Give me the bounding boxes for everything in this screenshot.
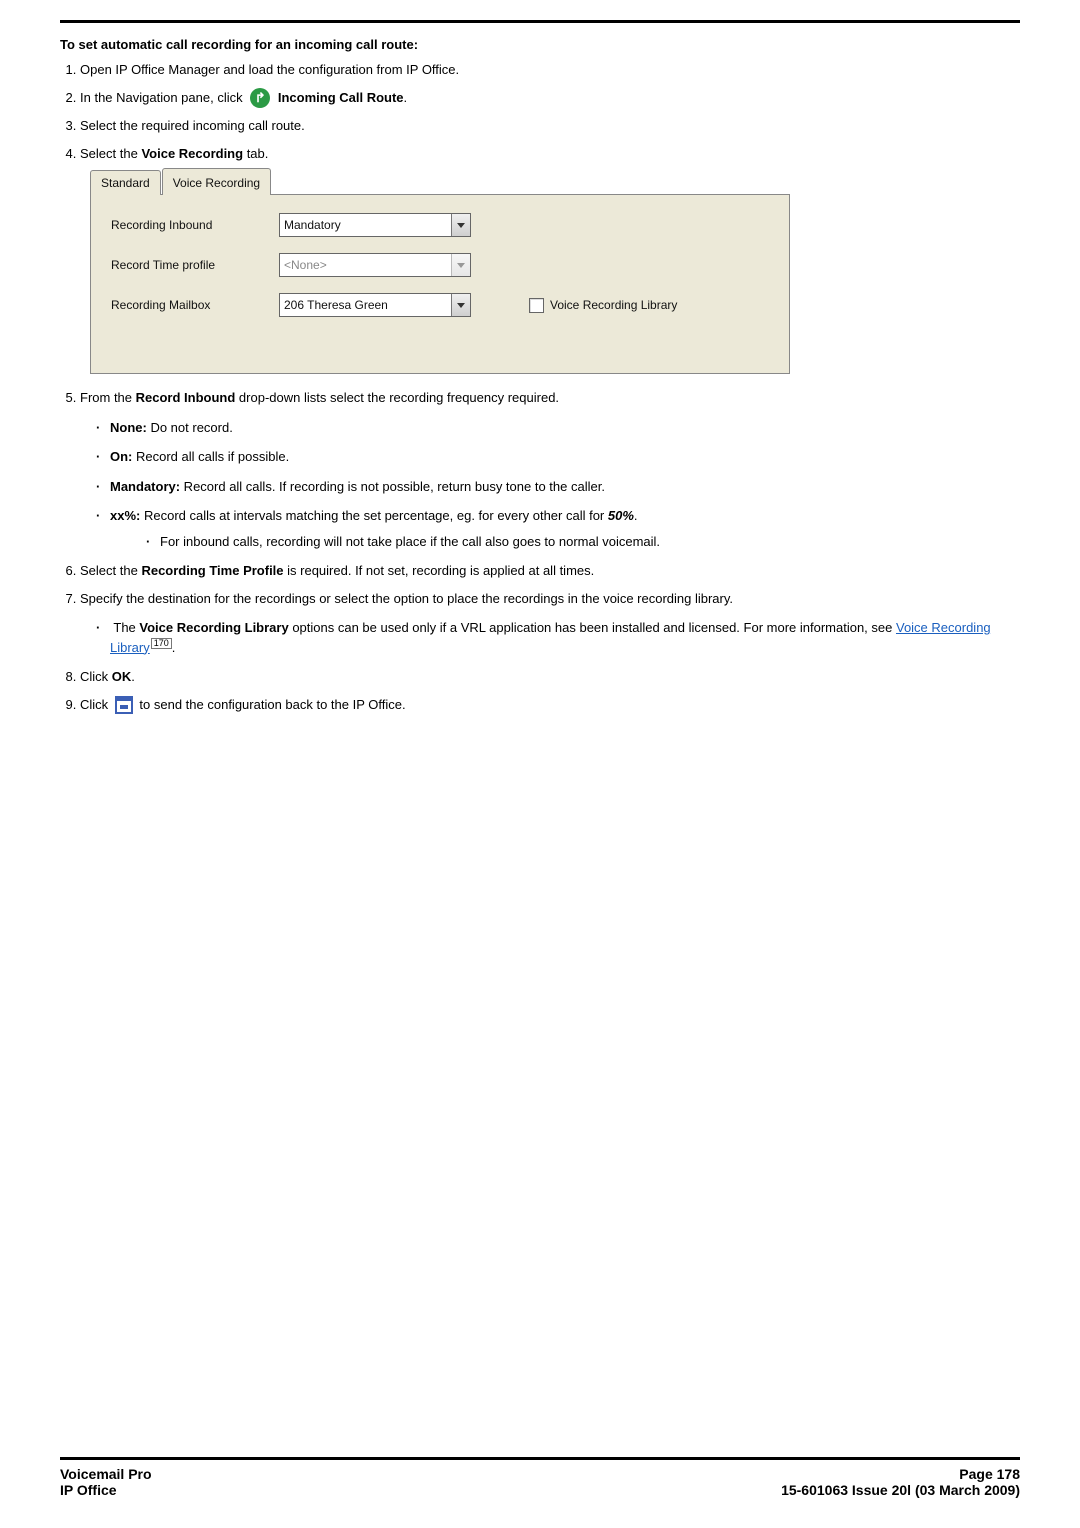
step-6: Select the Recording Time Profile is req… xyxy=(80,561,1020,581)
bullet-xx-b: xx%: xyxy=(110,508,140,523)
checkbox-voice-recording-library[interactable]: Voice Recording Library xyxy=(529,296,677,314)
row-recording-inbound: Recording Inbound Mandatory xyxy=(111,213,769,237)
step-6-post: is required. If not set, recording is ap… xyxy=(284,563,595,578)
dropdown-recording-inbound-value: Mandatory xyxy=(280,214,451,236)
bullet-vrl-pre: The xyxy=(113,620,139,635)
footer-left-2: IP Office xyxy=(60,1482,117,1498)
dropdown-recording-inbound-button[interactable] xyxy=(451,214,470,236)
bottom-rule xyxy=(60,1457,1020,1460)
tabs-row: Standard Voice Recording xyxy=(90,167,790,194)
step-2-bold: Incoming Call Route xyxy=(278,90,404,105)
step-5-sub-bullet: For inbound calls, recording will not ta… xyxy=(160,532,1020,552)
dropdown-recording-mailbox-button[interactable] xyxy=(451,294,470,316)
top-rule xyxy=(60,20,1020,23)
step-2-pre: In the Navigation pane, click xyxy=(80,90,243,105)
footer-left-1: Voicemail Pro xyxy=(60,1466,152,1482)
chevron-down-icon xyxy=(457,303,465,308)
step-8-bold: OK xyxy=(112,669,132,684)
checkbox-label: Voice Recording Library xyxy=(550,296,677,314)
bullet-none-b: None: xyxy=(110,420,147,435)
footer-right-1: Page 178 xyxy=(959,1466,1020,1482)
dropdown-record-time-profile-button xyxy=(451,254,470,276)
bullet-on: On: Record all calls if possible. xyxy=(110,447,1020,467)
step-8-pre: Click xyxy=(80,669,112,684)
row-record-time-profile: Record Time profile <None> xyxy=(111,253,769,277)
step-8: Click OK. xyxy=(80,667,1020,687)
label-recording-mailbox: Recording Mailbox xyxy=(111,296,261,314)
bullet-on-b: On: xyxy=(110,449,132,464)
step-1: Open IP Office Manager and load the conf… xyxy=(80,60,1020,80)
step-6-bold: Recording Time Profile xyxy=(141,563,283,578)
bullet-xx: xx%: Record calls at intervals matching … xyxy=(110,506,1020,551)
label-record-time-profile: Record Time profile xyxy=(111,256,261,274)
step-4: Select the Voice Recording tab. Standard… xyxy=(80,144,1020,375)
label-recording-inbound: Recording Inbound xyxy=(111,216,261,234)
footer-row-2: IP Office 15-601063 Issue 20l (03 March … xyxy=(60,1482,1020,1498)
step-7-bullets: The Voice Recording Library options can … xyxy=(110,618,1020,657)
dropdown-recording-inbound[interactable]: Mandatory xyxy=(279,213,471,237)
bullet-mandatory: Mandatory: Record all calls. If recordin… xyxy=(110,477,1020,497)
bullet-xx-bi: 50% xyxy=(608,508,634,523)
dropdown-recording-mailbox[interactable]: 206 Theresa Green xyxy=(279,293,471,317)
section-heading: To set automatic call recording for an i… xyxy=(60,37,1020,52)
chevron-down-icon xyxy=(457,223,465,228)
step-2: In the Navigation pane, click ↱ Incoming… xyxy=(80,88,1020,109)
footer-right-2: 15-601063 Issue 20l (03 March 2009) xyxy=(781,1482,1020,1498)
dropdown-recording-mailbox-value: 206 Theresa Green xyxy=(280,294,451,316)
step-9-post: to send the configuration back to the IP… xyxy=(139,697,405,712)
step-3: Select the required incoming call route. xyxy=(80,116,1020,136)
bullet-vrl-mid: options can be used only if a VRL applic… xyxy=(289,620,896,635)
step-7-text: Specify the destination for the recordin… xyxy=(80,591,733,606)
sub-bullet-inbound-text: For inbound calls, recording will not ta… xyxy=(160,534,660,549)
dropdown-record-time-profile: <None> xyxy=(279,253,471,277)
save-icon xyxy=(115,696,133,714)
steps-list: Open IP Office Manager and load the conf… xyxy=(60,60,1020,714)
voice-recording-panel-screenshot: Standard Voice Recording Recording Inbou… xyxy=(90,167,790,374)
bullet-mand-t: Record all calls. If recording is not po… xyxy=(180,479,605,494)
tab-standard[interactable]: Standard xyxy=(90,170,161,195)
page-content: To set automatic call recording for an i… xyxy=(0,0,1080,1457)
step-6-pre: Select the xyxy=(80,563,138,578)
step-4-pre: Select the xyxy=(80,146,138,161)
step-4-post: tab. xyxy=(243,146,268,161)
step-5-pre: From the xyxy=(80,390,132,405)
bullet-vrl: The Voice Recording Library options can … xyxy=(110,618,1020,657)
checkbox-icon xyxy=(529,298,544,313)
row-recording-mailbox: Recording Mailbox 206 Theresa Green Voic… xyxy=(111,293,769,317)
bullet-xx-pre: Record calls at intervals matching the s… xyxy=(140,508,608,523)
chevron-down-icon xyxy=(457,263,465,268)
step-9-pre: Click xyxy=(80,697,108,712)
step-9: Click to send the configuration back to … xyxy=(80,695,1020,715)
bullet-on-t: Record all calls if possible. xyxy=(132,449,289,464)
bullet-vrl-bold: Voice Recording Library xyxy=(139,620,288,635)
step-3-text: Select the required incoming call route. xyxy=(80,118,305,133)
page-footer: Voicemail Pro Page 178 IP Office 15-6010… xyxy=(0,1457,1080,1528)
tab-voice-recording[interactable]: Voice Recording xyxy=(162,168,271,195)
incoming-call-route-icon: ↱ xyxy=(250,88,270,108)
step-5: From the Record Inbound drop-down lists … xyxy=(80,388,1020,551)
step-4-bold: Voice Recording xyxy=(141,146,243,161)
bullet-mand-b: Mandatory: xyxy=(110,479,180,494)
bullet-none-t: Do not record. xyxy=(147,420,233,435)
sub-bullet-inbound: For inbound calls, recording will not ta… xyxy=(160,532,1020,552)
step-5-bullets: None: Do not record. On: Record all call… xyxy=(110,418,1020,552)
step-7: Specify the destination for the recordin… xyxy=(80,589,1020,658)
dropdown-record-time-profile-value: <None> xyxy=(280,254,451,276)
step-1-text: Open IP Office Manager and load the conf… xyxy=(80,62,459,77)
step-5-bold: Record Inbound xyxy=(136,390,236,405)
step-5-post: drop-down lists select the recording fre… xyxy=(235,390,559,405)
panel-body: Recording Inbound Mandatory Record Time … xyxy=(90,194,790,374)
pageref-170[interactable]: 170 xyxy=(151,638,172,649)
bullet-none: None: Do not record. xyxy=(110,418,1020,438)
footer-row-1: Voicemail Pro Page 178 xyxy=(60,1466,1020,1482)
arrow-icon: ↱ xyxy=(255,88,266,108)
